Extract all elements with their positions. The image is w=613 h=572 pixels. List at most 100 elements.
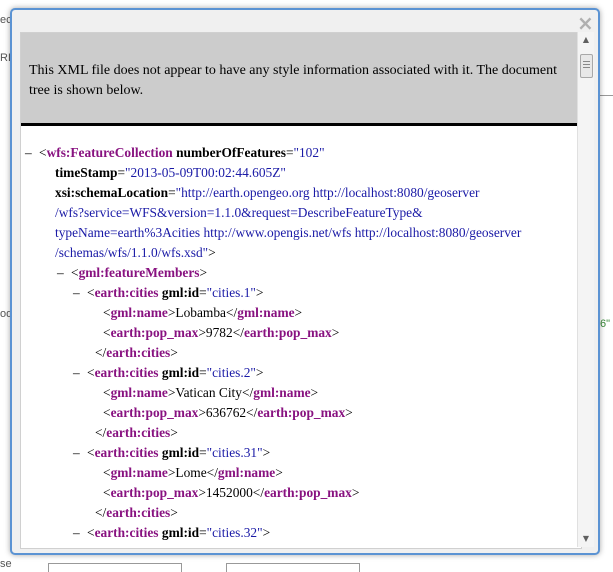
xml-text: Vatican City <box>175 385 242 400</box>
background-text-fragment: se <box>0 558 12 570</box>
xml-punctuation: = <box>285 145 294 160</box>
xml-punctuation: > <box>345 405 353 420</box>
xml-tree-line: – <earth:cities gml:id="cities.31"> <box>21 443 581 463</box>
xml-punctuation: < <box>103 385 111 400</box>
xml-punctuation: < <box>87 285 95 300</box>
xml-val: typeName=earth%3Acities http://www.openg… <box>55 225 522 240</box>
xml-punctuation: </ <box>246 405 258 420</box>
xml-tree-line: /schemas/wfs/1.1.0/wfs.xsd"> <box>21 243 581 263</box>
xml-punctuation: < <box>103 465 111 480</box>
xml-attr: gml:id <box>161 285 200 300</box>
xml-tree-line: <gml:name>Vatican City</gml:name> <box>21 383 581 403</box>
xml-val: "cities.31" <box>206 445 263 460</box>
xml-tag: earth:pop_max <box>257 405 346 420</box>
xml-punctuation: > <box>275 465 283 480</box>
xml-tag: gml:name <box>110 465 168 480</box>
collapse-toggle-icon[interactable]: – <box>73 283 87 303</box>
xml-punctuation: > <box>208 245 216 260</box>
scroll-up-arrow-icon[interactable]: ▲ <box>578 32 594 48</box>
xml-viewer-dialog: × This XML file does not appear to have … <box>10 8 600 555</box>
xml-punctuation: > <box>255 365 264 380</box>
xml-tag: gml:name <box>110 385 168 400</box>
xml-tree-line: – <earth:cities gml:id="cities.1"> <box>21 283 581 303</box>
xml-punctuation: > <box>199 265 208 280</box>
xml-punctuation: < <box>103 305 111 320</box>
xml-info-message: This XML file does not appear to have an… <box>21 33 581 126</box>
xml-punctuation: </ <box>241 385 254 400</box>
xml-text: Lobamba <box>175 305 226 320</box>
xml-tree-line: xsi:schemaLocation="http://earth.opengeo… <box>21 183 581 203</box>
collapse-toggle-icon[interactable]: – <box>73 523 87 543</box>
xml-tree-line: <gml:name>Lome</gml:name> <box>21 463 581 483</box>
background-input-box <box>226 563 360 572</box>
xml-punctuation: < <box>103 485 111 500</box>
xml-tree-line: <gml:name>Lobamba</gml:name> <box>21 303 581 323</box>
close-icon[interactable]: × <box>577 13 594 33</box>
xml-attr: gml:id <box>161 445 200 460</box>
xml-tag: earth:cities <box>94 525 159 540</box>
xml-punctuation: </ <box>225 305 238 320</box>
xml-punctuation: > <box>351 485 360 500</box>
xml-tag: gml:name <box>217 465 276 480</box>
xml-tree-line: <earth:pop_max>9782</earth:pop_max> <box>21 323 581 343</box>
xml-tree-line: </earth:cities> <box>21 423 581 443</box>
xml-tree-line: timeStamp="2013-05-09T00:02:44.605Z" <box>21 163 581 183</box>
xml-tag: earth:cities <box>94 285 159 300</box>
xml-punctuation: < <box>87 365 95 380</box>
collapse-toggle-icon[interactable]: – <box>25 143 39 163</box>
xml-tree-line: </earth:cities> <box>21 503 581 523</box>
scroll-down-arrow-icon[interactable]: ▼ <box>578 531 594 547</box>
xml-tree-line: /wfs?service=WFS&version=1.1.0&request=D… <box>21 203 581 223</box>
xml-punctuation: </ <box>232 325 244 340</box>
xml-tree-line: </earth:cities> <box>21 343 581 363</box>
xml-punctuation: < <box>71 265 79 280</box>
xml-tag: earth:pop_max <box>264 485 352 500</box>
xml-tree-line: – <earth:cities gml:id="cities.2"> <box>21 363 581 383</box>
xml-tree-line: typeName=earth%3Acities http://www.openg… <box>21 223 581 243</box>
background-input-box <box>48 563 182 572</box>
xml-punctuation: > <box>255 285 264 300</box>
xml-attr: gml:id <box>161 365 200 380</box>
background-divider <box>600 95 613 96</box>
xml-tag: earth:cities <box>106 345 171 360</box>
xml-val: /wfs?service=WFS&version=1.1.0&request=D… <box>55 205 423 220</box>
xml-tag: earth:pop_max <box>243 325 332 340</box>
scroll-thumb[interactable] <box>580 54 593 78</box>
xml-val: "cities.32" <box>206 525 263 540</box>
xml-tag: gml:name <box>253 385 311 400</box>
xml-val: "2013-05-09T00:02:44.605Z" <box>125 165 286 180</box>
xml-tag: earth:cities <box>106 425 171 440</box>
xml-punctuation: > <box>198 325 206 340</box>
xml-tag: earth:pop_max <box>110 405 199 420</box>
collapse-toggle-icon[interactable]: – <box>57 263 71 283</box>
vertical-scrollbar[interactable]: ▲ ▼ <box>577 32 594 547</box>
collapse-toggle-icon[interactable]: – <box>73 363 87 383</box>
xml-punctuation: > <box>262 525 271 540</box>
xml-punctuation: > <box>170 425 178 440</box>
xml-attr: gml:id <box>161 525 200 540</box>
xml-text: Lome <box>175 465 207 480</box>
xml-val: /schemas/wfs/1.1.0/wfs.xsd" <box>55 245 209 260</box>
xml-tag: gml:name <box>237 305 295 320</box>
xml-tag: earth:cities <box>106 505 171 520</box>
xml-punctuation: < <box>103 325 111 340</box>
xml-punctuation: </ <box>95 505 107 520</box>
collapse-toggle-icon[interactable]: – <box>73 443 87 463</box>
xml-punctuation: > <box>198 485 206 500</box>
xml-punctuation: </ <box>95 425 107 440</box>
xml-text: 636762 <box>205 405 247 420</box>
xml-punctuation: = <box>199 285 207 300</box>
xml-punctuation: = <box>199 525 207 540</box>
xml-tag: gml:name <box>110 305 168 320</box>
xml-text: 1452000 <box>205 485 253 500</box>
xml-punctuation: > <box>170 505 178 520</box>
xml-punctuation: = <box>199 365 207 380</box>
xml-tag: earth:pop_max <box>110 325 199 340</box>
xml-punctuation: > <box>198 405 206 420</box>
xml-tree-line: <earth:pop_max>636762</earth:pop_max> <box>21 403 581 423</box>
xml-attr: numberOfFeatures <box>176 145 286 160</box>
xml-punctuation: = <box>199 445 207 460</box>
xml-punctuation: > <box>294 305 303 320</box>
xml-tag: earth:cities <box>94 365 159 380</box>
xml-attr: timeStamp <box>55 165 118 180</box>
